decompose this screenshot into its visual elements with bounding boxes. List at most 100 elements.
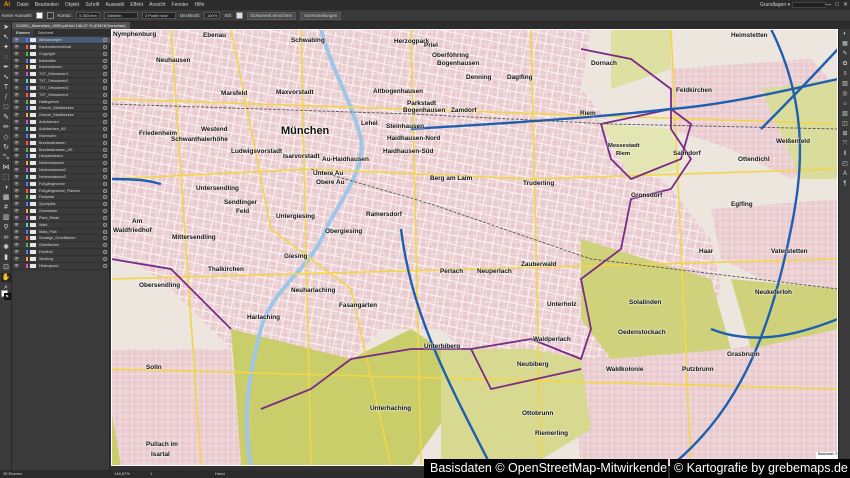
minimize-icon[interactable]: — [825, 0, 831, 10]
tab-layers[interactable]: Ebenen [12, 29, 34, 36]
layer-row[interactable]: 👁 Nebenstrassen3 [12, 174, 110, 181]
visibility-eye-icon[interactable]: 👁 [14, 37, 19, 43]
direct-selection-tool-icon[interactable]: ↖ [1, 33, 11, 42]
brush-style-field[interactable]: 3 Punkt rund [141, 12, 176, 19]
layer-name[interactable]: Kartenrahmeninhalt [39, 44, 71, 50]
layer-target-icon[interactable] [103, 106, 107, 111]
free-transform-tool-icon[interactable]: ⬚ [1, 173, 11, 182]
layer-row[interactable]: 👁 Nebenstrassen [12, 160, 110, 168]
visibility-eye-icon[interactable]: 👁 [14, 105, 19, 111]
swatches-panel-icon[interactable]: ▦ [840, 40, 850, 49]
visibility-eye-icon[interactable]: 👁 [14, 133, 19, 139]
layer-row[interactable]: 👁 Grenze_Stadtbezirke [12, 105, 110, 113]
layer-target-icon[interactable] [103, 44, 107, 49]
layer-target-icon[interactable] [103, 85, 107, 90]
gradient-tool-icon[interactable]: ▥ [1, 213, 11, 222]
layer-target-icon[interactable] [103, 126, 107, 131]
layer-row[interactable]: 👁 Hauptstrassen [12, 153, 110, 161]
layer-name[interactable]: Nebenstrassen2 [39, 167, 66, 173]
layer-row[interactable]: 👁 Gewaesser [12, 208, 110, 215]
layer-name[interactable]: Sonstige_Grünflächen [39, 235, 76, 241]
layer-row[interactable]: 👁 TXT_Ortsnamen3 [12, 85, 110, 92]
menu-fenster[interactable]: Fenster [169, 2, 192, 8]
fill-swatch[interactable] [35, 12, 43, 19]
line-tool-icon[interactable]: / [1, 93, 11, 102]
perspective-grid-tool-icon[interactable]: ▦ [1, 193, 11, 202]
layer-name[interactable]: TXT_Ortsnamen4 [39, 92, 68, 98]
visibility-eye-icon[interactable]: 👁 [14, 140, 19, 146]
artboard-canvas[interactable]: Nymphenburg Ebenau Schwabing Herzogpark Prie… [111, 29, 838, 466]
visibility-eye-icon[interactable]: 👁 [14, 112, 19, 118]
stroke-swatch[interactable] [46, 12, 54, 19]
graphic-style-swatch[interactable] [235, 12, 243, 19]
menu-auswahl[interactable]: Auswahl [103, 2, 128, 8]
layer-target-icon[interactable] [103, 38, 107, 42]
transparency-panel-icon[interactable]: ◎ [840, 90, 850, 99]
visibility-eye-icon[interactable]: 👁 [14, 188, 19, 194]
layer-target-icon[interactable] [103, 140, 107, 145]
artboard-number-field[interactable]: 1 [150, 471, 152, 477]
visibility-eye-icon[interactable]: 👁 [14, 215, 19, 221]
character-panel-icon[interactable]: A [840, 170, 850, 179]
preferences-button[interactable]: Voreinstellungen [300, 11, 342, 20]
visibility-eye-icon[interactable]: 👁 [14, 235, 19, 241]
maximize-icon[interactable]: □ [835, 0, 839, 10]
rotate-tool-icon[interactable]: ↻ [1, 143, 11, 152]
paragraph-panel-icon[interactable]: ¶ [840, 180, 850, 189]
layer-target-icon[interactable] [103, 72, 107, 77]
layer-row[interactable]: 👁 Parkplatz [12, 194, 110, 202]
layer-target-icon[interactable] [103, 133, 107, 138]
layer-name[interactable]: Nebenstrassen3 [39, 174, 66, 180]
layer-row[interactable]: 👁 Wald_Park [12, 229, 110, 236]
workspace-switcher[interactable]: Grundlagen ▾ [760, 0, 790, 10]
layer-row[interactable]: 👁 Sonstige_Grünflächen [12, 235, 110, 243]
document-tab[interactable]: 210001_Muenchen_4000.pdf bei 146,67 % (C… [12, 22, 130, 29]
layer-target-icon[interactable] [103, 99, 107, 104]
layer-name[interactable]: Fußgängerzone [39, 181, 65, 187]
visibility-eye-icon[interactable]: 👁 [14, 256, 19, 262]
menu-bearbeiten[interactable]: Bearbeiten [32, 2, 62, 8]
layer-name[interactable]: Nebenstrassen [39, 160, 64, 166]
layer-name[interactable]: Copyright [39, 51, 55, 57]
visibility-eye-icon[interactable]: 👁 [14, 99, 19, 105]
scale-tool-icon[interactable]: ⤡ [1, 153, 11, 162]
layer-name[interactable]: Kartentitel [39, 58, 56, 64]
layer-target-icon[interactable] [103, 113, 107, 118]
layer-row[interactable]: 👁 TXT_Ortsnamen2 [12, 78, 110, 85]
layer-row[interactable]: 👁 Fußgängerzone [12, 181, 110, 188]
layer-row[interactable]: 👁 Copyright [12, 51, 110, 58]
layer-row[interactable]: 👁 Kartentitel [12, 58, 110, 65]
layer-target-icon[interactable] [103, 222, 107, 227]
layer-row[interactable]: 👁 Kartenrahmeninhalt [12, 44, 110, 51]
layer-target-icon[interactable] [103, 202, 107, 207]
layer-target-icon[interactable] [103, 65, 107, 70]
layer-row[interactable]: 👁 Autobahnen_AS [12, 126, 110, 133]
layer-row[interactable]: 👁 TXT_Ortsnamen1 [12, 71, 110, 79]
brushes-panel-icon[interactable]: ✎ [840, 50, 850, 59]
pencil-tool-icon[interactable]: ✏ [1, 123, 11, 132]
artboards-panel-icon[interactable]: ⊞ [840, 130, 850, 139]
layer-row[interactable]: 👁 Autobahnen [12, 119, 110, 126]
layers-panel-icon[interactable]: ◫ [840, 120, 850, 129]
layer-name[interactable]: Friedhof [39, 249, 53, 255]
type-tool-icon[interactable]: T [1, 83, 11, 92]
layer-name[interactable]: Hintergrund [39, 263, 58, 269]
layer-target-icon[interactable] [103, 120, 107, 125]
layer-name[interactable]: TXT_Ortsnamen3 [39, 85, 68, 91]
layer-name[interactable]: Kartenrahmen [39, 64, 62, 70]
visibility-eye-icon[interactable]: 👁 [14, 51, 19, 57]
layer-target-icon[interactable] [103, 229, 107, 234]
menu-effekt[interactable]: Effekt [127, 2, 146, 8]
color-panel-icon[interactable]: ◐ [840, 30, 850, 39]
column-graph-tool-icon[interactable]: ▮ [1, 253, 11, 262]
graphic-styles-panel-icon[interactable]: ▧ [840, 110, 850, 119]
layer-row[interactable]: 👁 TXT_Ortsnamen4 [12, 92, 110, 99]
layer-name[interactable]: Bundesstrassen [39, 140, 65, 146]
visibility-eye-icon[interactable]: 👁 [14, 147, 19, 153]
eyedropper-tool-icon[interactable]: ⚲ [1, 223, 11, 232]
layer-target-icon[interactable] [103, 79, 107, 84]
hand-tool-icon[interactable]: ✋ [1, 273, 11, 282]
layer-target-icon[interactable] [103, 174, 107, 179]
visibility-eye-icon[interactable]: 👁 [14, 194, 19, 200]
visibility-eye-icon[interactable]: 👁 [14, 92, 19, 98]
